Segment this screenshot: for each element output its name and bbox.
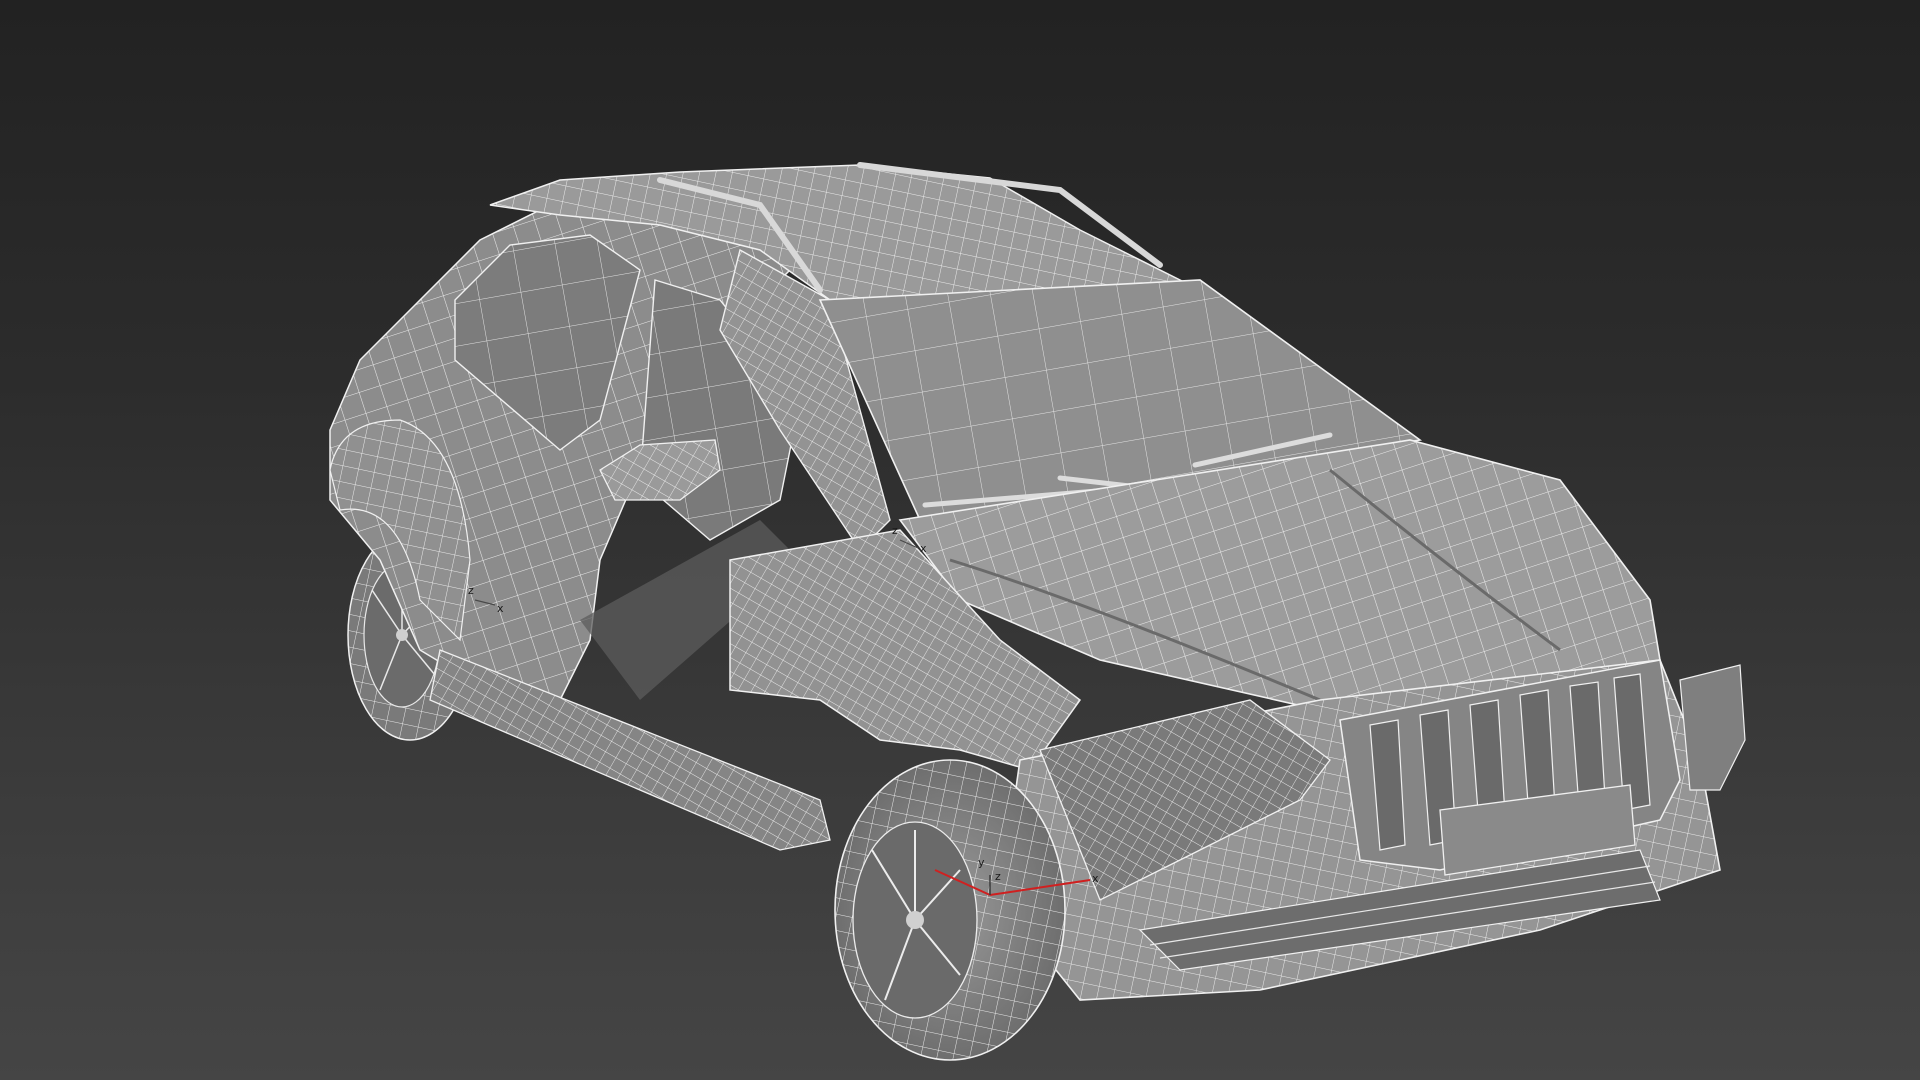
- car-wireframe-model[interactable]: x y z z x z x: [0, 0, 1920, 1080]
- rear-gizmo-z-label: z: [468, 584, 474, 597]
- rear-gizmo-x-label: x: [497, 602, 504, 615]
- front-wheel[interactable]: [834, 759, 1066, 1061]
- 3d-viewport[interactable]: x y z z x z x: [0, 0, 1920, 1080]
- door-gizmo-z-label: z: [892, 524, 898, 537]
- gizmo-y-label: y: [978, 856, 985, 869]
- door-gizmo-x-label: x: [920, 542, 927, 555]
- gizmo-x-label: x: [1092, 872, 1099, 885]
- gizmo-z-label: z: [995, 870, 1001, 883]
